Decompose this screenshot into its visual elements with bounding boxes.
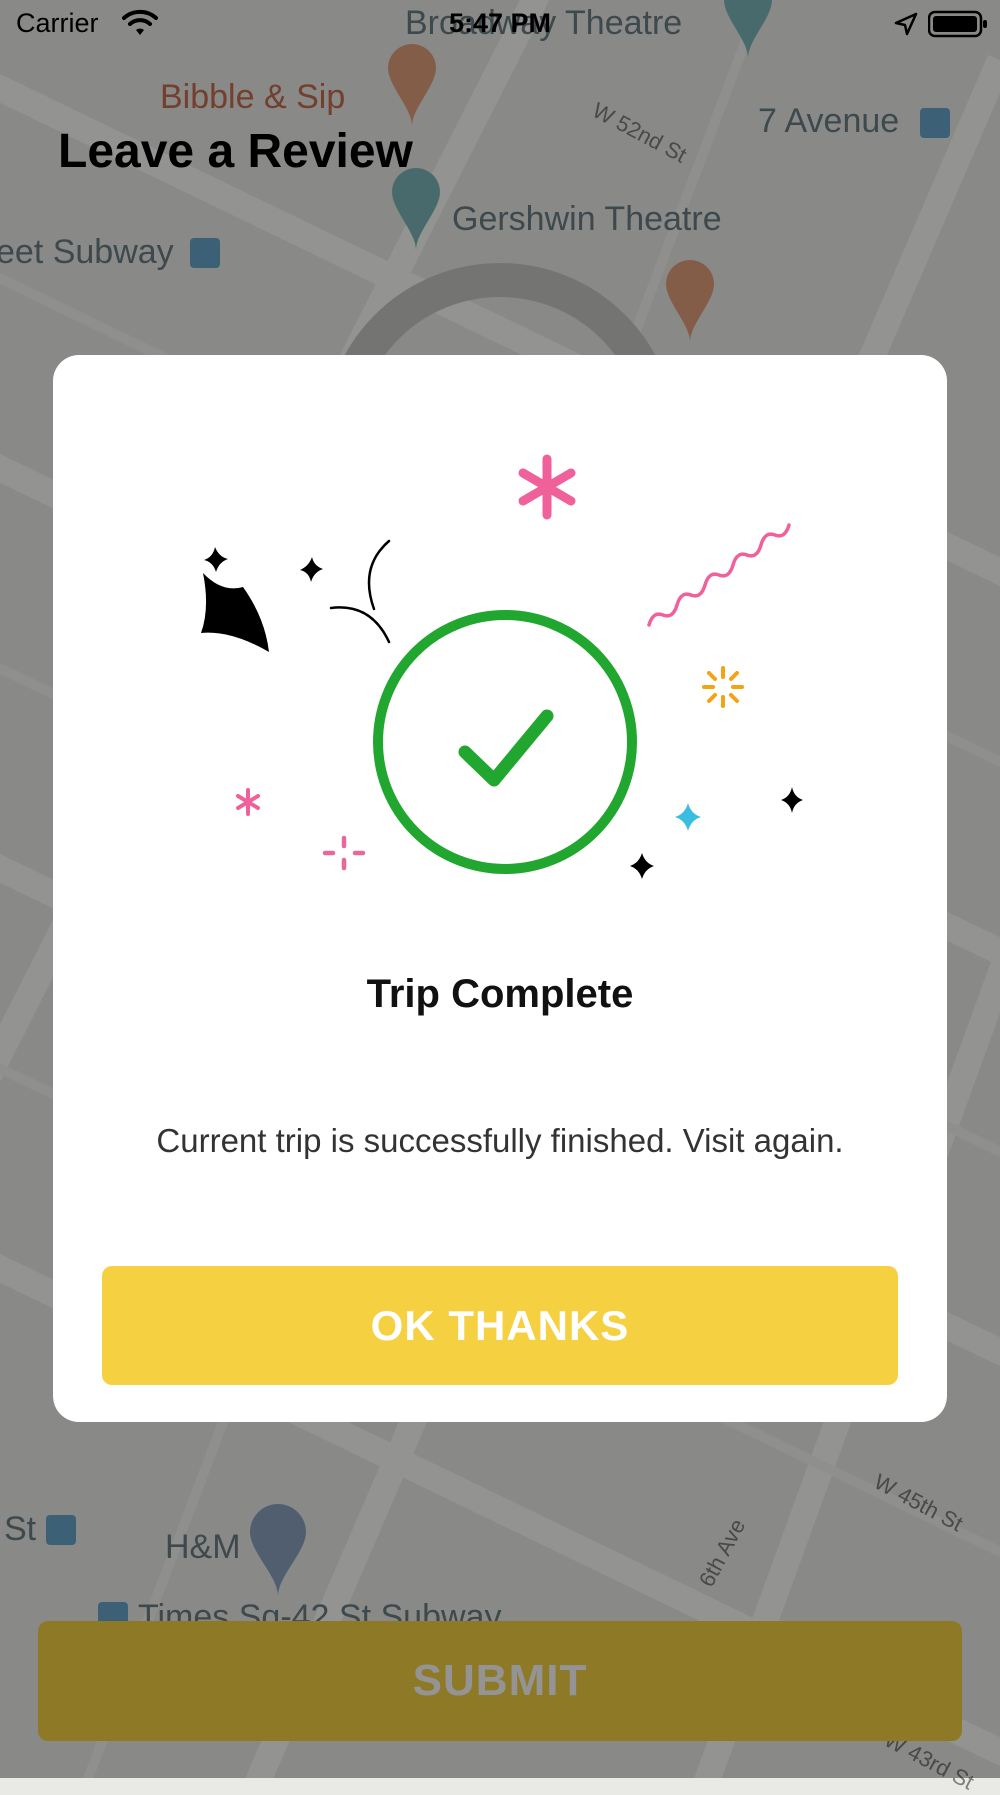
pink-asterisk-icon <box>518 454 576 520</box>
dialog-message: Current trip is successfully finished. V… <box>156 1122 844 1159</box>
black-sparkle-icon <box>630 853 654 879</box>
black-arc-icon <box>367 539 391 611</box>
cyan-sparkle-icon <box>675 803 701 831</box>
black-sparkle-icon <box>300 557 323 582</box>
checkmark-icon <box>458 709 554 787</box>
black-arc-icon <box>329 606 391 644</box>
small-pink-asterisk-icon <box>236 788 260 816</box>
success-check-circle-icon <box>373 610 637 874</box>
pink-squiggle-icon <box>647 523 791 627</box>
ok-thanks-button[interactable]: OK THANKS <box>102 1266 898 1385</box>
large-black-sparkle-icon <box>201 573 269 652</box>
orange-burst-icon <box>702 666 744 708</box>
pink-sparkle-icon <box>322 835 366 871</box>
black-sparkle-icon <box>204 547 228 572</box>
success-illustration <box>201 454 803 879</box>
trip-complete-dialog <box>53 355 947 1422</box>
black-sparkle-icon <box>781 787 803 813</box>
dialog-title: Trip Complete <box>366 972 634 1016</box>
